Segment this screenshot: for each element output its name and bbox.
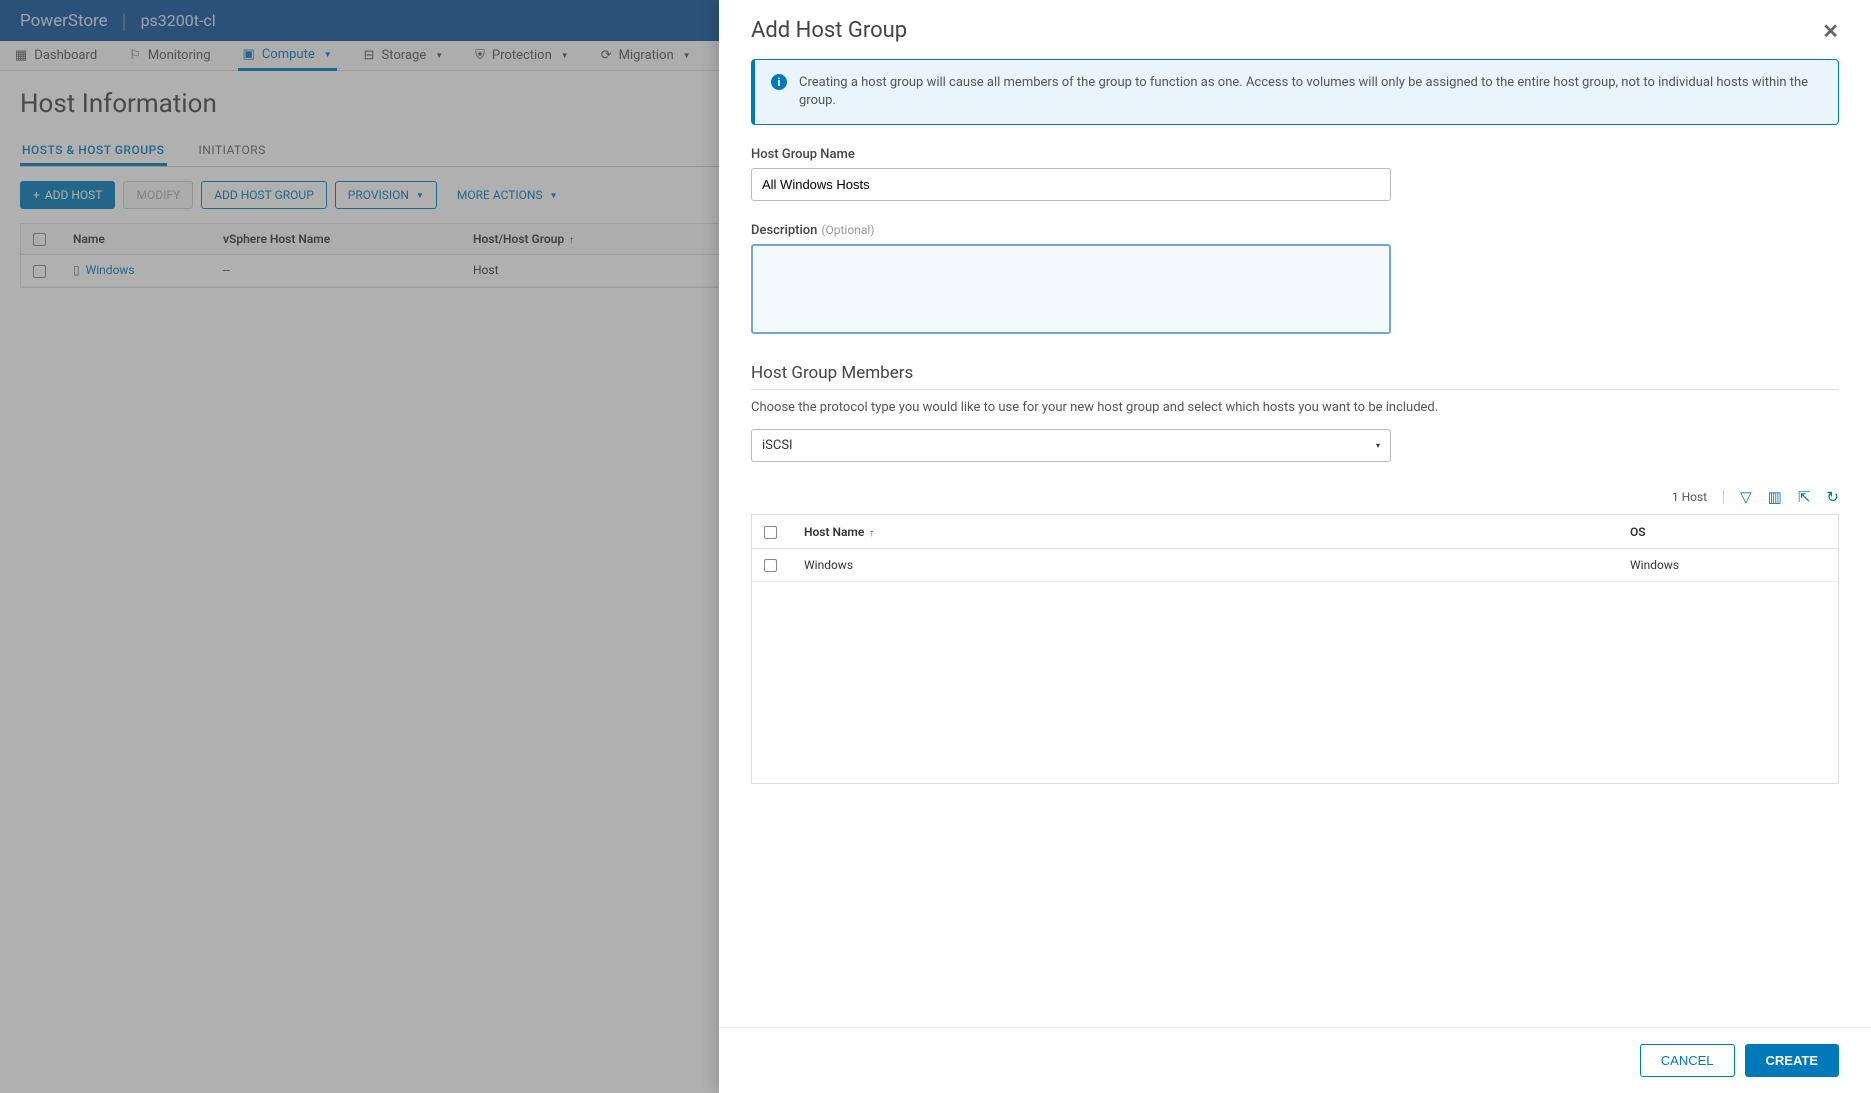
add-host-group-panel: Add Host Group ✕ i Creating a host group… — [719, 0, 1871, 1093]
col-os[interactable]: OS — [1618, 515, 1838, 548]
optional-badge: (Optional) — [821, 223, 874, 237]
col-hostname[interactable]: Host Name ↑ — [792, 515, 1618, 548]
description-input[interactable] — [751, 244, 1391, 334]
hostname-cell: Windows — [792, 548, 1618, 581]
protocol-select[interactable]: iSCSI ▾ — [751, 429, 1391, 462]
info-text: Creating a host group will cause all mem… — [799, 74, 1822, 110]
protocol-value: iSCSI — [762, 438, 793, 453]
cancel-button[interactable]: CANCEL — [1640, 1044, 1735, 1077]
name-label: Host Group Name — [751, 147, 1839, 162]
refresh-icon[interactable]: ↻ — [1826, 488, 1839, 506]
close-button[interactable]: ✕ — [1822, 19, 1839, 43]
host-group-name-input[interactable] — [751, 168, 1391, 201]
host-count: 1 Host — [1672, 490, 1724, 504]
info-icon: i — [771, 74, 787, 90]
panel-title: Add Host Group — [751, 18, 907, 43]
desc-label-text: Description — [751, 223, 817, 238]
create-button[interactable]: CREATE — [1745, 1044, 1839, 1077]
table-toolbar: 1 Host ▽ ▥ ⇱ ↻ — [751, 488, 1839, 506]
select-all-checkbox[interactable] — [764, 526, 777, 539]
table-row[interactable]: Windows Windows — [752, 548, 1838, 581]
filter-icon[interactable]: ▽ — [1740, 488, 1752, 506]
os-cell: Windows — [1618, 548, 1838, 581]
panel-header: Add Host Group ✕ — [719, 0, 1871, 49]
sort-asc-icon: ↑ — [869, 528, 874, 539]
row-checkbox[interactable] — [764, 559, 777, 572]
chevron-down-icon: ▾ — [1376, 441, 1380, 450]
info-box: i Creating a host group will cause all m… — [751, 59, 1839, 125]
col-hostname-label: Host Name — [804, 525, 864, 539]
columns-icon[interactable]: ▥ — [1768, 488, 1782, 506]
members-table: Host Name ↑ OS Windows Windows — [751, 514, 1839, 784]
export-icon[interactable]: ⇱ — [1798, 488, 1811, 506]
description-label: Description (Optional) — [751, 223, 1839, 238]
panel-footer: CANCEL CREATE — [719, 1027, 1871, 1093]
members-help-text: Choose the protocol type you would like … — [751, 400, 1839, 415]
members-section-title: Host Group Members — [751, 363, 1839, 390]
panel-body: i Creating a host group will cause all m… — [719, 49, 1871, 1027]
